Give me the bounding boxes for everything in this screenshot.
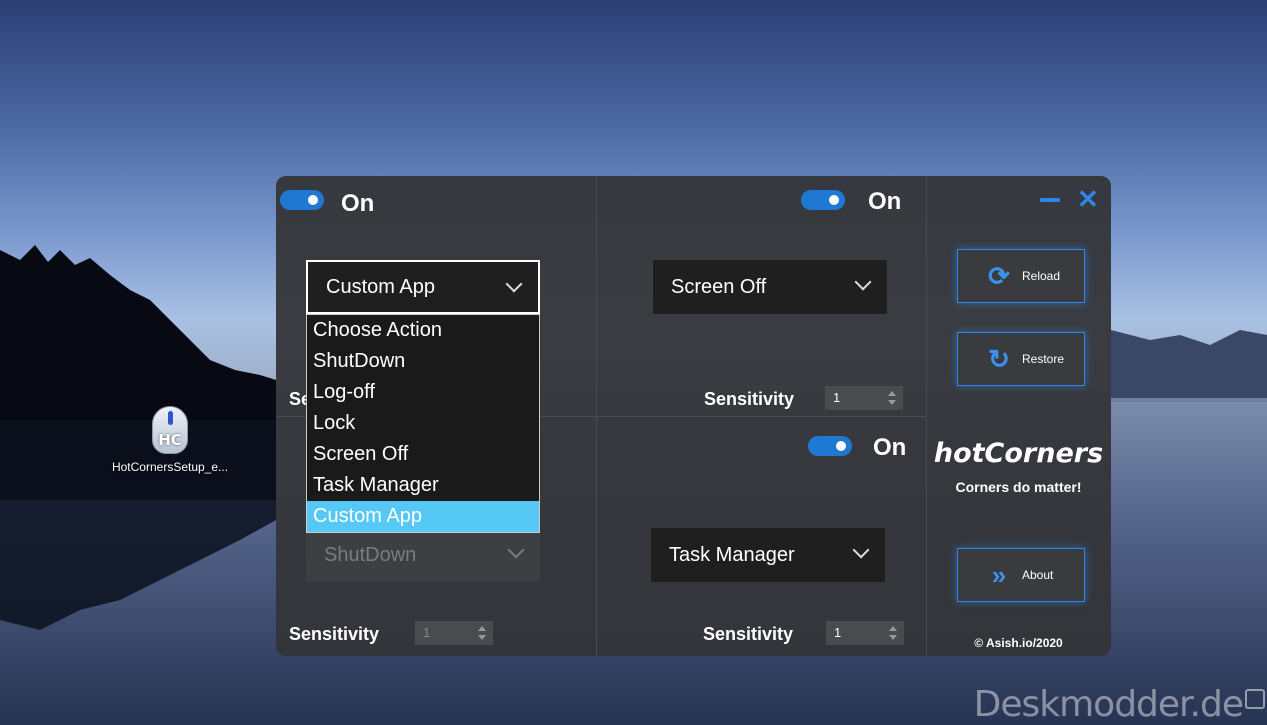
- bottom-right-action-select[interactable]: Task Manager: [651, 528, 885, 582]
- bottom-left-action-select[interactable]: ShutDown: [306, 528, 540, 582]
- bottom-right-sensitivity-spinner[interactable]: 1: [826, 621, 904, 645]
- chevron-down-icon: [852, 541, 870, 559]
- double-chevron-right-icon: »: [991, 559, 1007, 590]
- reload-icon: ⟳: [988, 260, 1010, 291]
- dropdown-option-log-off[interactable]: Log-off: [307, 377, 539, 408]
- brand-tagline: Corners do matter!: [955, 479, 1082, 495]
- bottom-left-sensitivity-label: Sensitivity: [289, 624, 380, 644]
- close-icon[interactable]: ✕: [1077, 186, 1099, 212]
- chevron-down-icon: [505, 275, 523, 293]
- restore-button-label: Restore: [1022, 352, 1065, 366]
- select-value: Custom App: [326, 275, 435, 298]
- dropdown-option-screen-off[interactable]: Screen Off: [307, 439, 539, 470]
- desktop-shortcut-label: HotCornersSetup_e...: [111, 460, 229, 474]
- about-button[interactable]: » About: [957, 548, 1085, 602]
- bottom-left-sensitivity-spinner[interactable]: 1: [415, 621, 493, 645]
- select-value: ShutDown: [324, 543, 417, 566]
- chevron-down-icon: [507, 541, 525, 559]
- bottom-right-toggle[interactable]: [808, 436, 852, 456]
- mouse-app-icon: HC: [152, 406, 188, 454]
- bottom-right-toggle-label: On: [873, 434, 907, 461]
- top-right-sensitivity-label: Sensitivity: [704, 389, 795, 409]
- dropdown-option-shutdown[interactable]: ShutDown: [307, 346, 539, 377]
- copyright: © Asish.io/2020: [974, 636, 1063, 650]
- top-left-toggle-label: On: [341, 190, 375, 217]
- spinner-value: 1: [834, 625, 842, 640]
- spinner-value: 1: [423, 625, 431, 640]
- chevron-down-icon: [854, 273, 872, 291]
- expand-icon: [1245, 689, 1265, 709]
- desktop-shortcut[interactable]: HC HotCornersSetup_e...: [108, 406, 232, 474]
- spin-down-icon[interactable]: [478, 635, 486, 640]
- restore-icon: ↻: [988, 343, 1010, 374]
- spin-up-icon[interactable]: [889, 626, 897, 631]
- top-left-toggle[interactable]: [280, 190, 324, 210]
- spinner-value: 1: [833, 390, 841, 405]
- spin-up-icon[interactable]: [478, 626, 486, 631]
- spin-down-icon[interactable]: [889, 635, 897, 640]
- top-right-sensitivity-spinner[interactable]: 1: [825, 386, 903, 410]
- watermark: Deskmodder.de: [973, 684, 1244, 725]
- divider: [926, 176, 927, 656]
- reload-button[interactable]: ⟳ Reload: [957, 249, 1085, 303]
- dropdown-option-choose-action[interactable]: Choose Action: [307, 315, 539, 346]
- brand-title: hotCorners: [933, 438, 1104, 469]
- top-left-action-select[interactable]: Custom App: [306, 260, 540, 314]
- top-right-toggle[interactable]: [801, 190, 845, 210]
- select-value: Screen Off: [671, 275, 767, 298]
- reload-button-label: Reload: [1022, 269, 1061, 283]
- top-right-toggle-label: On: [868, 188, 902, 215]
- restore-button[interactable]: ↻ Restore: [957, 332, 1085, 386]
- dropdown-option-task-manager[interactable]: Task Manager: [307, 470, 539, 501]
- spin-up-icon[interactable]: [888, 391, 896, 396]
- spin-down-icon[interactable]: [888, 400, 896, 405]
- hotcorners-window: On Custom App Se Choose Action ShutDown …: [276, 176, 1111, 656]
- top-right-action-select[interactable]: Screen Off: [653, 260, 887, 314]
- about-button-label: About: [1022, 568, 1054, 582]
- action-dropdown-list: Choose Action ShutDown Log-off Lock Scre…: [306, 314, 540, 533]
- bottom-right-sensitivity-label: Sensitivity: [703, 624, 794, 644]
- minimize-icon[interactable]: [1040, 198, 1060, 202]
- dropdown-option-lock[interactable]: Lock: [307, 408, 539, 439]
- select-value: Task Manager: [669, 543, 795, 566]
- dropdown-option-custom-app[interactable]: Custom App: [307, 501, 539, 532]
